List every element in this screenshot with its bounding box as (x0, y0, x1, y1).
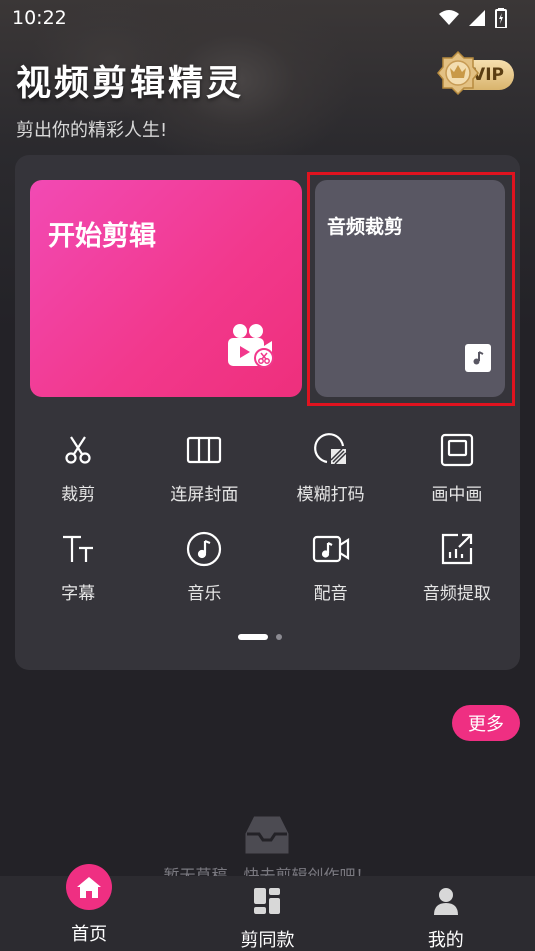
pager-dot-active (238, 634, 268, 640)
tool-label: 字幕 (61, 584, 96, 604)
picture-in-picture-icon (437, 430, 477, 470)
tool-label: 裁剪 (61, 485, 96, 505)
nav-profile[interactable]: 我的 (357, 876, 535, 951)
battery-icon (495, 8, 507, 28)
vip-medal-icon (437, 50, 479, 96)
bottom-nav: 首页 剪同款 我的 (0, 864, 535, 951)
tool-pip[interactable]: 画中画 (394, 430, 520, 505)
start-edit-card[interactable]: 开始剪辑 (30, 180, 302, 397)
user-icon (429, 886, 463, 916)
status-bar: 10:22 (0, 0, 535, 36)
tool-subtitle[interactable]: 字幕 (15, 529, 141, 604)
tool-label: 音乐 (187, 584, 222, 604)
nav-home[interactable]: 首页 (0, 864, 178, 951)
tool-music[interactable]: 音乐 (141, 529, 267, 604)
blur-circle-icon (311, 430, 351, 470)
vip-badge[interactable]: VIP (436, 50, 516, 96)
nav-label-home: 首页 (71, 924, 108, 945)
signal-icon (469, 10, 485, 26)
export-chart-icon (437, 529, 477, 569)
audio-cut-label: 音频裁剪 (327, 216, 404, 238)
tool-label: 音频提取 (422, 584, 491, 604)
nav-label-templates: 剪同款 (240, 930, 295, 951)
app-subtitle: 剪出你的精彩人生! (16, 120, 168, 141)
tool-label: 模糊打码 (296, 485, 365, 505)
nav-templates[interactable]: 剪同款 (178, 876, 356, 951)
tool-audio-extract[interactable]: 音频提取 (394, 529, 520, 604)
start-edit-label: 开始剪辑 (48, 221, 156, 252)
music-file-icon (465, 344, 491, 372)
tool-dubbing[interactable]: 配音 (268, 529, 394, 604)
status-icons (439, 8, 507, 28)
tool-label: 连屏封面 (170, 485, 239, 505)
tool-label: 配音 (313, 584, 348, 604)
template-icon (250, 886, 284, 916)
tool-label: 画中画 (431, 485, 483, 505)
tool-crop[interactable]: 裁剪 (15, 430, 141, 505)
text-icon (58, 529, 98, 569)
music-note-icon (184, 529, 224, 569)
pager-dots (238, 634, 282, 640)
tools-grid: 裁剪 连屏封面 模糊打码 画中画 字幕 音乐 配音 音频提取 (15, 430, 520, 604)
more-button[interactable]: 更多 (452, 705, 520, 741)
status-time: 10:22 (12, 7, 67, 29)
columns-icon (184, 430, 224, 470)
scissors-icon (58, 430, 98, 470)
tool-blur[interactable]: 模糊打码 (268, 430, 394, 505)
tool-split-cover[interactable]: 连屏封面 (141, 430, 267, 505)
nav-label-profile: 我的 (427, 930, 464, 951)
audio-cut-card[interactable]: 音频裁剪 (315, 180, 505, 397)
home-icon (66, 864, 113, 910)
video-music-icon (311, 529, 351, 569)
video-camera-scissors-icon (228, 324, 274, 368)
wifi-icon (439, 10, 459, 25)
app-title: 视频剪辑精灵 (16, 64, 245, 104)
pager-dot (276, 634, 282, 640)
inbox-icon (245, 816, 289, 854)
